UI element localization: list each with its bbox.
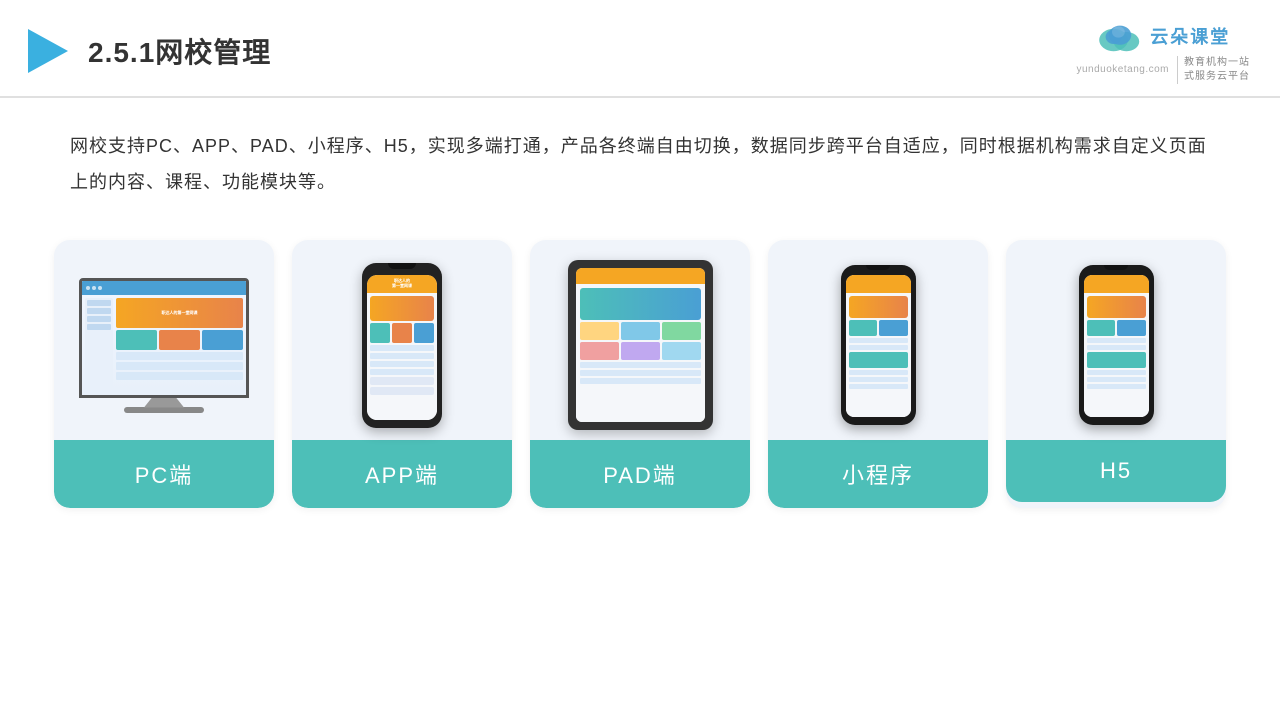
h5-content	[1084, 293, 1149, 417]
h5-mockup	[1079, 265, 1154, 425]
h5-banner	[1087, 296, 1146, 318]
logo-cloud: 云朵课堂	[1096, 18, 1230, 54]
miniapp-notch	[866, 265, 890, 270]
phone-screen: 职达人的第一堂网课	[367, 275, 437, 420]
h5-topbar	[1084, 275, 1149, 293]
miniapp-content	[846, 293, 911, 417]
label-h5: H5	[1006, 440, 1226, 502]
cloud-icon	[1096, 18, 1144, 54]
miniapp-green-block	[849, 352, 908, 368]
logo-url: yunduoketang.com	[1076, 64, 1169, 75]
h5-image-area	[1006, 240, 1226, 440]
pc-screen: 职达人的第一堂网课	[79, 278, 249, 398]
miniapp-banner	[849, 296, 908, 318]
phone-mini-cards	[370, 323, 434, 343]
pc-stand	[144, 398, 184, 408]
h5-notch	[1104, 265, 1128, 270]
miniapp-topbar	[846, 275, 911, 293]
h5-screen	[1084, 275, 1149, 417]
phone-banner	[370, 296, 434, 321]
h5-green-block	[1087, 352, 1146, 368]
card-miniapp: 小程序	[768, 240, 988, 508]
label-miniapp: 小程序	[768, 440, 988, 508]
card-app: 职达人的第一堂网课	[292, 240, 512, 508]
label-pad: PAD端	[530, 440, 750, 508]
description-paragraph: 网校支持PC、APP、PAD、小程序、H5，实现多端打通，产品各终端自由切换，数…	[70, 128, 1210, 200]
description-text: 网校支持PC、APP、PAD、小程序、H5，实现多端打通，产品各终端自由切换，数…	[0, 98, 1280, 220]
miniapp-image-area	[768, 240, 988, 440]
logo-tagline: 教育机构一站 式服务云平台	[1177, 56, 1250, 84]
app-mockup: 职达人的第一堂网课	[362, 263, 442, 428]
pc-mockup: 职达人的第一堂网课	[79, 278, 249, 413]
h5-cards	[1087, 320, 1146, 336]
header: 2.5.1网校管理 云朵课堂 yunduoketang.com 教育机构一站 式…	[0, 0, 1280, 98]
phone-notch	[388, 263, 416, 269]
tablet-screen	[576, 268, 705, 422]
card-pc: 职达人的第一堂网课	[54, 240, 274, 508]
card-h5: H5	[1006, 240, 1226, 508]
label-app: APP端	[292, 440, 512, 508]
pad-image-area	[530, 240, 750, 440]
miniapp-cards	[849, 320, 908, 336]
tablet-mockup	[568, 260, 713, 430]
tablet-grid	[580, 322, 701, 360]
label-pc: PC端	[54, 440, 274, 508]
tablet-banner	[580, 288, 701, 320]
play-icon	[20, 25, 72, 77]
card-pad: PAD端	[530, 240, 750, 508]
miniapp-mockup	[841, 265, 916, 425]
pc-image-area: 职达人的第一堂网课	[54, 240, 274, 440]
header-left: 2.5.1网校管理	[20, 25, 271, 77]
tablet-content	[576, 284, 705, 422]
tablet-topbar	[576, 268, 705, 284]
logo-area: 云朵课堂 yunduoketang.com 教育机构一站 式服务云平台	[1076, 18, 1250, 84]
logo-text: 云朵课堂	[1150, 23, 1230, 49]
page-title: 2.5.1网校管理	[88, 31, 271, 71]
app-image-area: 职达人的第一堂网课	[292, 240, 512, 440]
cards-section: 职达人的第一堂网课	[0, 230, 1280, 538]
miniapp-screen	[846, 275, 911, 417]
